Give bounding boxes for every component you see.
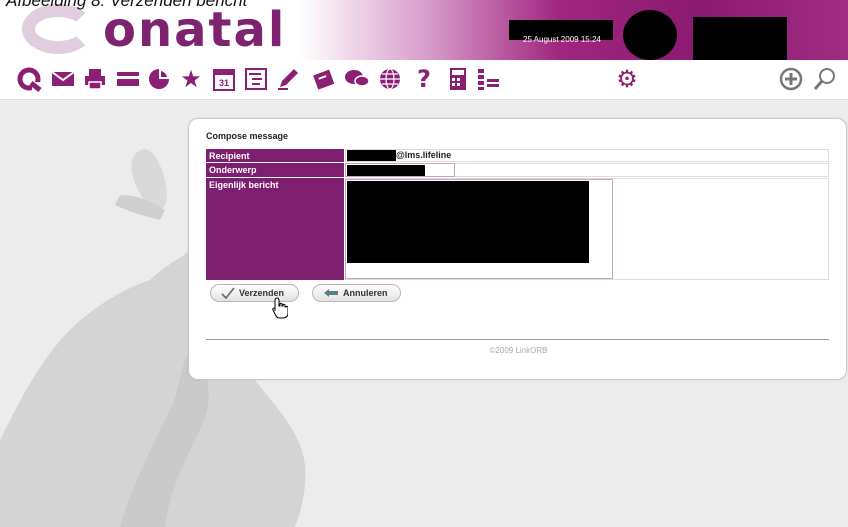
main-toolbar: ★ 31 ? ⚙ bbox=[0, 60, 848, 100]
news-icon[interactable] bbox=[309, 64, 339, 94]
help-icon[interactable]: ? bbox=[409, 64, 439, 94]
globe-icon[interactable] bbox=[375, 64, 405, 94]
redacted-subject bbox=[347, 165, 425, 176]
checkmark-icon bbox=[221, 287, 235, 299]
figure-caption: Afbeelding 8: Verzenden bericht bbox=[6, 0, 248, 10]
gear-icon[interactable]: ⚙ bbox=[612, 64, 642, 94]
logo-ring-icon bbox=[22, 4, 94, 54]
card-icon[interactable] bbox=[113, 64, 143, 94]
redacted-recipient-name bbox=[347, 150, 396, 161]
recipient-label: Recipient bbox=[206, 149, 344, 162]
pencil-icon[interactable] bbox=[273, 64, 303, 94]
mail-icon[interactable] bbox=[48, 64, 78, 94]
recipient-domain: @lms.lifeline bbox=[396, 150, 452, 160]
redacted-avatar bbox=[623, 10, 677, 60]
add-icon[interactable] bbox=[776, 64, 806, 94]
app-logo[interactable]: onatal bbox=[103, 3, 286, 57]
list-icon[interactable] bbox=[474, 64, 504, 94]
subject-label: Onderwerp bbox=[206, 163, 344, 177]
search-icon[interactable] bbox=[810, 64, 840, 94]
cancel-button-label: Annuleren bbox=[343, 288, 388, 298]
chat-icon[interactable] bbox=[342, 64, 372, 94]
calendar-icon[interactable]: 31 bbox=[209, 64, 239, 94]
copyright-text: ©2009 LinkORB bbox=[489, 346, 548, 355]
panel-title: Compose message bbox=[206, 131, 289, 141]
back-arrow-icon bbox=[324, 289, 338, 297]
refresh-icon[interactable] bbox=[14, 64, 44, 94]
hand-pointer-icon bbox=[272, 297, 288, 319]
compose-panel: Compose message Recipient @lms.lifeline … bbox=[188, 118, 847, 380]
redacted-message-body bbox=[347, 181, 589, 263]
outline-icon[interactable] bbox=[241, 64, 271, 94]
header-datetime: 25 August 2009 15:24 bbox=[523, 35, 601, 44]
body-label: Eigenlijk bericht bbox=[206, 178, 344, 280]
pie-chart-icon[interactable] bbox=[144, 64, 174, 94]
star-icon[interactable]: ★ bbox=[176, 64, 206, 94]
printer-icon[interactable] bbox=[80, 64, 110, 94]
calendar-day-label: 31 bbox=[219, 78, 229, 88]
cancel-button[interactable]: Annuleren bbox=[312, 284, 401, 302]
footer-divider bbox=[206, 339, 829, 340]
redacted-info-block bbox=[693, 17, 787, 60]
calculator-icon[interactable] bbox=[443, 64, 473, 94]
